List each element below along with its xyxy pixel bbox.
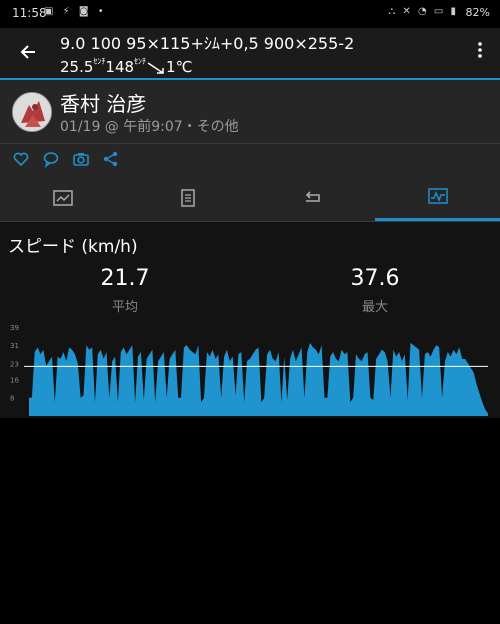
y-tick-label: 39 (10, 324, 19, 332)
avg-speed-value: 21.7 (100, 266, 150, 291)
heart-icon[interactable] (12, 150, 30, 168)
speed-section: スピード (km/h) 21.7 平均 37.6 最大 39 31 23 16 8 (0, 222, 500, 418)
diagonal-arrow-icon (147, 61, 164, 74)
avatar[interactable] (12, 92, 52, 132)
activity-meta: 01/19 @ 午前9:07・その他 (60, 119, 239, 135)
title-unit-b: ｾﾝﾁ (134, 57, 147, 66)
profile-row: 香村 治彦 01/19 @ 午前9:07・その他 (0, 80, 500, 144)
chart-icon (427, 188, 448, 204)
speed-chart[interactable]: 39 31 23 16 8 (0, 318, 500, 418)
empty-area (0, 418, 500, 624)
more-vert-icon (478, 42, 482, 58)
action-row (0, 144, 500, 174)
activity-title-line1: 9.0 100 95×115+ｼﾑ+0,5 900×255-2 (60, 34, 355, 53)
system-icons: ⛬ ✕ ◔ ▭ ▮ (388, 6, 458, 17)
speed-title: スピード (km/h) (8, 237, 138, 257)
comment-icon[interactable] (42, 150, 60, 168)
y-tick-label: 23 (10, 360, 19, 368)
title-value-c: 1℃ (166, 58, 193, 76)
tab-details[interactable] (125, 174, 250, 222)
battery-level: 82% (465, 6, 490, 19)
notification-icons: ▣ ⚡ ◙ • (44, 6, 107, 17)
title-value-b: 148 (105, 58, 135, 76)
avg-speed-label: 平均 (111, 300, 138, 315)
y-tick-label: 8 (10, 395, 14, 403)
y-tick-label: 31 (10, 342, 19, 350)
avatar-image (13, 93, 51, 131)
status-time: 11:58 (12, 6, 47, 20)
arrow-left-icon (20, 45, 35, 59)
back-button[interactable] (14, 38, 42, 66)
share-icon[interactable] (102, 150, 120, 168)
max-speed-label: 最大 (361, 300, 388, 315)
tab-charts[interactable] (375, 174, 500, 221)
tab-bar (0, 174, 500, 222)
athlete-name[interactable]: 香村 治彦 (60, 88, 146, 117)
laps-icon (305, 191, 320, 202)
title-value-a: 25.5 (60, 58, 94, 76)
camera-icon[interactable] (72, 150, 90, 168)
title-unit-a: ｾﾝﾁ (93, 57, 106, 66)
tab-laps[interactable] (250, 174, 375, 222)
app-bar: 9.0 100 95×115+ｼﾑ+0,5 900×255-2 25.5ｾﾝﾁ1… (0, 28, 500, 80)
status-bar: 11:58 ▣ ⚡ ◙ • ⛬ ✕ ◔ ▭ ▮ 82% (0, 0, 500, 28)
y-tick-label: 16 (10, 376, 19, 384)
activity-title-line2: 25.5ｾﾝﾁ148ｾﾝﾁ 1℃ (60, 57, 193, 77)
speed-area-series (29, 342, 488, 416)
details-icon (180, 189, 195, 207)
max-speed-value: 37.6 (350, 266, 400, 291)
summary-icon (52, 190, 73, 206)
more-menu-button[interactable] (476, 40, 484, 60)
tab-summary[interactable] (0, 174, 125, 222)
